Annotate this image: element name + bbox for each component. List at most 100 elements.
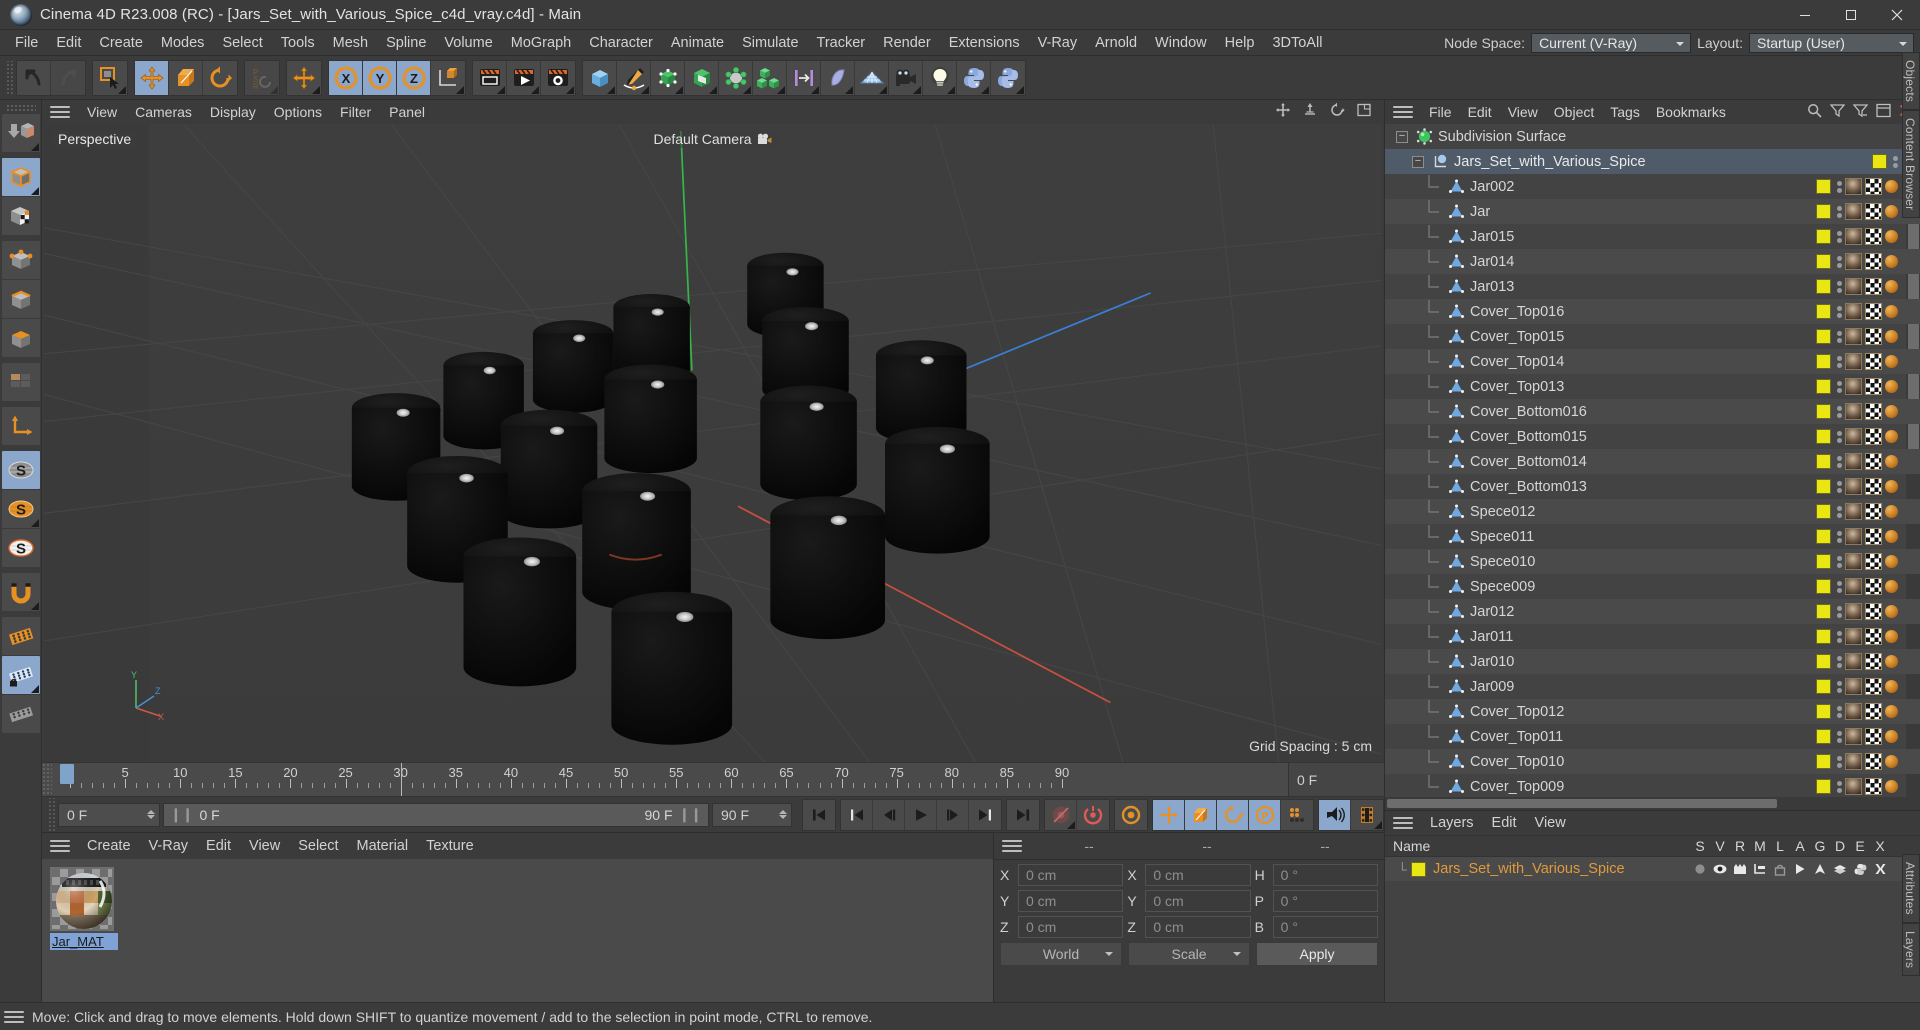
- phong-tag-icon[interactable]: [1885, 780, 1898, 793]
- object-menu-tags[interactable]: Tags: [1602, 102, 1648, 122]
- edge-tab-content-browser[interactable]: Content Browser: [1902, 110, 1920, 219]
- material-tag-icon[interactable]: [1845, 603, 1862, 620]
- tag-dots-icon[interactable]: [1837, 705, 1842, 718]
- object-name-label[interactable]: Jars_Set_with_Various_Spice: [1454, 154, 1646, 170]
- phong-tag-icon[interactable]: [1885, 680, 1898, 693]
- phong-tag-icon[interactable]: [1885, 630, 1898, 643]
- object-menu-object[interactable]: Object: [1546, 102, 1602, 122]
- menu-extensions[interactable]: Extensions: [940, 32, 1029, 54]
- edge-mode-button[interactable]: [1, 280, 40, 318]
- boole-button[interactable]: [685, 60, 719, 95]
- viewport-rotate-icon[interactable]: [1329, 102, 1345, 122]
- move-axis-button[interactable]: [287, 60, 321, 95]
- object-name-label[interactable]: Jar002: [1470, 179, 1514, 195]
- object-tree-row[interactable]: Cover_Top014: [1385, 349, 1920, 374]
- object-menu-view[interactable]: View: [1500, 102, 1546, 122]
- tag-dots-icon[interactable]: [1837, 680, 1842, 693]
- tag-dots-icon[interactable]: [1837, 380, 1842, 393]
- object-tree-row[interactable]: Spece010: [1385, 549, 1920, 574]
- object-name-label[interactable]: Jar011: [1470, 629, 1513, 645]
- phong-tag-icon[interactable]: [1885, 455, 1898, 468]
- layer-toggle-l[interactable]: [1770, 863, 1790, 876]
- layer-color-swatch[interactable]: [1816, 779, 1831, 794]
- render-view-button[interactable]: [473, 60, 507, 95]
- material-tag-icon[interactable]: [1845, 553, 1862, 570]
- render-settings-button[interactable]: [541, 60, 575, 95]
- material-tag-icon[interactable]: [1845, 703, 1862, 720]
- cube-primitive-button[interactable]: [583, 60, 617, 95]
- uvw-tag-icon[interactable]: [1865, 603, 1882, 620]
- coord-input-size-y[interactable]: 0 cm: [1145, 890, 1251, 912]
- object-tree-hscrollbar[interactable]: [1385, 797, 1920, 810]
- object-layout-icon[interactable]: [1876, 103, 1891, 122]
- object-name-label[interactable]: Jar015: [1470, 229, 1514, 245]
- maximize-button[interactable]: [1828, 0, 1874, 30]
- layer-color-swatch[interactable]: [1816, 329, 1831, 344]
- menu-select[interactable]: Select: [213, 32, 271, 54]
- phong-tag-icon[interactable]: [1885, 405, 1898, 418]
- object-name-label[interactable]: Subdivision Surface: [1438, 129, 1566, 145]
- timeline-current-frame-display[interactable]: 0 F: [1288, 763, 1384, 796]
- coordinate-system-select[interactable]: World: [1000, 942, 1122, 966]
- layer-column-header[interactable]: V: [1710, 838, 1730, 854]
- object-tree-row[interactable]: Cover_Top009: [1385, 774, 1920, 797]
- max-frame-spinner[interactable]: [769, 806, 787, 823]
- layer-column-header[interactable]: L: [1770, 838, 1790, 854]
- max-frame-field[interactable]: 90 F: [712, 802, 792, 827]
- layer-toggle-x[interactable]: [1870, 863, 1890, 876]
- object-name-label[interactable]: Cover_Top010: [1470, 754, 1564, 770]
- current-frame-spinner[interactable]: [137, 806, 155, 823]
- material-tag-icon[interactable]: [1845, 428, 1862, 445]
- layer-color-swatch[interactable]: [1816, 179, 1831, 194]
- layer-color-swatch[interactable]: [1816, 379, 1831, 394]
- phong-tag-icon[interactable]: [1885, 605, 1898, 618]
- perspective-viewport[interactable]: Perspective Default Camera Grid Spacing …: [44, 124, 1382, 762]
- go-to-next-frame-button[interactable]: [937, 799, 969, 830]
- object-tree-row[interactable]: Jar010: [1385, 649, 1920, 674]
- object-tree-row[interactable]: Spece011: [1385, 524, 1920, 549]
- move-tool-button[interactable]: [135, 60, 169, 95]
- object-tree-row[interactable]: Cover_Top015: [1385, 324, 1920, 349]
- coord-input-pos-x[interactable]: 0 cm: [1018, 864, 1124, 886]
- layer-color-swatch[interactable]: [1816, 404, 1831, 419]
- menu-character[interactable]: Character: [580, 32, 662, 54]
- go-to-end-button[interactable]: [1007, 799, 1039, 830]
- layer-color-swatch[interactable]: [1816, 554, 1831, 569]
- material-tag-icon[interactable]: [1845, 753, 1862, 770]
- tag-dots-icon[interactable]: [1837, 280, 1842, 293]
- object-tree-row[interactable]: Cover_Top012: [1385, 699, 1920, 724]
- go-to-previous-frame-button[interactable]: [873, 799, 905, 830]
- phong-tag-icon[interactable]: [1885, 230, 1898, 243]
- coord-input-size-x[interactable]: 0 cm: [1145, 864, 1251, 886]
- phong-tag-icon[interactable]: [1885, 280, 1898, 293]
- object-filter-dropdown-icon[interactable]: [1852, 103, 1869, 122]
- coord-input-size-z[interactable]: 0 cm: [1145, 916, 1251, 938]
- layer-color-swatch[interactable]: [1816, 304, 1831, 319]
- rotation-key-button[interactable]: [1217, 799, 1249, 830]
- rotate-tool-button[interactable]: [203, 60, 237, 95]
- layer-column-header[interactable]: G: [1810, 838, 1830, 854]
- uvw-tag-icon[interactable]: [1865, 678, 1882, 695]
- phong-tag-icon[interactable]: [1885, 355, 1898, 368]
- viewport-zoom-icon[interactable]: [1302, 102, 1318, 122]
- menu-mesh[interactable]: Mesh: [324, 32, 377, 54]
- object-menu-edit[interactable]: Edit: [1460, 102, 1500, 122]
- python-generator-button[interactable]: [957, 60, 991, 95]
- object-name-label[interactable]: Cover_Top013: [1470, 379, 1564, 395]
- menu-help[interactable]: Help: [1216, 32, 1264, 54]
- layer-toggle-m[interactable]: [1750, 863, 1770, 876]
- layer-color-swatch[interactable]: [1816, 504, 1831, 519]
- planar-workplane-button[interactable]: [1, 695, 40, 733]
- tag-dots-icon[interactable]: [1837, 580, 1842, 593]
- tag-dots-icon[interactable]: [1837, 655, 1842, 668]
- material-tag-icon[interactable]: [1845, 253, 1862, 270]
- material-tag-icon[interactable]: [1845, 578, 1862, 595]
- coord-input-rot-p[interactable]: 0 °: [1272, 890, 1378, 912]
- object-tree-row[interactable]: Cover_Top010: [1385, 749, 1920, 774]
- layer-color-swatch[interactable]: [1816, 429, 1831, 444]
- menu-modes[interactable]: Modes: [152, 32, 214, 54]
- layer-toggle-s[interactable]: [1690, 863, 1710, 876]
- status-hamburger-icon[interactable]: [4, 1009, 24, 1025]
- object-name-label[interactable]: Jar010: [1470, 654, 1514, 670]
- timeline-track[interactable]: 051015202530354045505560657075808590: [52, 763, 1288, 796]
